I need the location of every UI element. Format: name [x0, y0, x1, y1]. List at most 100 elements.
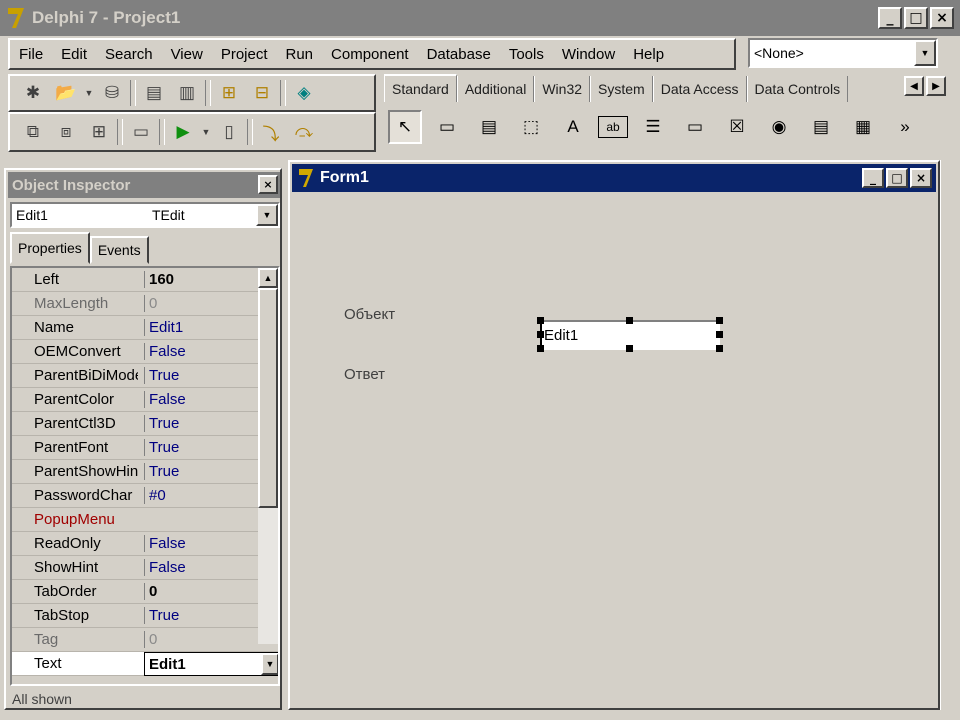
menu-project[interactable]: Project: [212, 46, 277, 63]
property-value[interactable]: True: [144, 607, 256, 624]
toggle-form-unit-icon[interactable]: ⊞: [84, 117, 114, 147]
property-grid-scrollbar[interactable]: ▲: [258, 268, 278, 644]
palette-tab-system[interactable]: System: [590, 76, 653, 102]
save-icon[interactable]: ▥: [172, 78, 202, 108]
property-value[interactable]: False: [144, 535, 256, 552]
run-icon[interactable]: ▶: [168, 117, 198, 147]
property-row[interactable]: Text Edit1 ▼: [12, 652, 278, 676]
form-minimize-button[interactable]: _: [862, 168, 884, 188]
resize-handle-tr[interactable]: [716, 317, 723, 324]
chevron-down-icon[interactable]: ▼: [914, 40, 936, 66]
more-icon[interactable]: »: [888, 110, 922, 144]
open-icon[interactable]: 📂: [51, 78, 81, 108]
resize-handle-r[interactable]: [716, 331, 723, 338]
pause-icon[interactable]: ▯: [214, 117, 244, 147]
property-row[interactable]: ParentBiDiMode True: [12, 364, 278, 388]
menu-window[interactable]: Window: [553, 46, 624, 63]
property-value[interactable]: Edit1: [144, 319, 256, 336]
trace-into-icon[interactable]: ⤵: [256, 117, 286, 147]
property-row[interactable]: TabStop True: [12, 604, 278, 628]
help-contents-icon[interactable]: ◈: [289, 78, 319, 108]
resize-handle-b[interactable]: [626, 345, 633, 352]
property-value[interactable]: False: [144, 559, 256, 576]
property-value[interactable]: 0: [144, 631, 256, 648]
property-row[interactable]: PasswordChar #0: [12, 484, 278, 508]
property-value[interactable]: False: [144, 343, 256, 360]
step-over-icon[interactable]: ⤼: [289, 117, 319, 147]
property-value[interactable]: True: [144, 463, 256, 480]
view-form-icon[interactable]: ⧈: [51, 117, 81, 147]
close-icon[interactable]: ×: [258, 175, 278, 194]
menu-database[interactable]: Database: [418, 46, 500, 63]
form-close-button[interactable]: ×: [910, 168, 932, 188]
main-menu-icon[interactable]: ▤: [472, 110, 506, 144]
tab-properties[interactable]: Properties: [10, 232, 90, 264]
menu-help[interactable]: Help: [624, 46, 673, 63]
add-file-icon[interactable]: ⊞: [214, 78, 244, 108]
resize-handle-t[interactable]: [626, 317, 633, 324]
minimize-button[interactable]: _: [878, 7, 902, 29]
resize-handle-tl[interactable]: [537, 317, 544, 324]
button-icon[interactable]: ▭: [678, 110, 712, 144]
listbox-icon[interactable]: ▤: [804, 110, 838, 144]
pointer-icon[interactable]: ↖: [388, 110, 422, 144]
open-project-icon[interactable]: ▤: [139, 78, 169, 108]
property-row[interactable]: OEMConvert False: [12, 340, 278, 364]
menu-search[interactable]: Search: [96, 46, 162, 63]
combobox-icon[interactable]: ▦: [846, 110, 880, 144]
property-value[interactable]: 0: [144, 583, 256, 600]
property-value[interactable]: 160: [144, 271, 256, 288]
chevron-left-icon[interactable]: ◀: [904, 76, 924, 96]
property-value[interactable]: #0: [144, 487, 256, 504]
tab-events[interactable]: Events: [89, 236, 149, 264]
palette-tab-additional[interactable]: Additional: [456, 76, 535, 102]
save-all-icon[interactable]: ⛁: [97, 78, 127, 108]
menu-view[interactable]: View: [162, 46, 212, 63]
palette-tab-data-controls[interactable]: Data Controls: [746, 76, 849, 102]
menu-component[interactable]: Component: [322, 46, 418, 63]
property-value[interactable]: True: [144, 415, 256, 432]
property-row[interactable]: MaxLength 0: [12, 292, 278, 316]
menu-run[interactable]: Run: [277, 46, 323, 63]
property-value-editor[interactable]: Edit1 ▼: [144, 652, 278, 676]
frame-icon[interactable]: ▭: [430, 110, 464, 144]
dropdown-arrow-icon[interactable]: ▼: [84, 78, 94, 108]
property-row[interactable]: TabOrder 0: [12, 580, 278, 604]
view-unit-icon[interactable]: ⧉: [18, 117, 48, 147]
chevron-down-icon[interactable]: ▼: [256, 204, 278, 226]
resize-handle-l[interactable]: [537, 331, 544, 338]
editor-scrollbar[interactable]: [940, 160, 956, 710]
resize-handle-bl[interactable]: [537, 345, 544, 352]
new-form-icon[interactable]: ▭: [126, 117, 156, 147]
maximize-button[interactable]: □: [904, 7, 928, 29]
menu-edit[interactable]: Edit: [52, 46, 96, 63]
palette-tab-data-access[interactable]: Data Access: [652, 76, 747, 102]
form-maximize-button[interactable]: □: [886, 168, 908, 188]
palette-tab-standard[interactable]: Standard: [384, 74, 457, 102]
form-client-area[interactable]: Объект Ответ Edit1: [294, 194, 934, 708]
label-answer[interactable]: Ответ: [344, 366, 385, 383]
object-selector-combo[interactable]: Edit1 TEdit ▼: [10, 202, 280, 228]
edit-icon[interactable]: ab: [598, 116, 628, 138]
property-row[interactable]: Tag 0: [12, 628, 278, 652]
property-row[interactable]: ReadOnly False: [12, 532, 278, 556]
chevron-down-icon[interactable]: ▼: [261, 653, 278, 675]
property-value[interactable]: True: [144, 367, 256, 384]
remove-file-icon[interactable]: ⊟: [247, 78, 277, 108]
property-row[interactable]: ParentShowHint True: [12, 460, 278, 484]
memo-icon[interactable]: ☰: [636, 110, 670, 144]
radiobutton-icon[interactable]: ◉: [762, 110, 796, 144]
scroll-thumb[interactable]: [258, 288, 278, 508]
property-row[interactable]: Name Edit1: [12, 316, 278, 340]
chevron-right-icon[interactable]: ▶: [926, 76, 946, 96]
label-icon[interactable]: A: [556, 110, 590, 144]
property-row[interactable]: ParentCtl3D True: [12, 412, 278, 436]
close-button[interactable]: ×: [930, 7, 954, 29]
scroll-up-icon[interactable]: ▲: [258, 268, 278, 288]
label-object[interactable]: Объект: [344, 306, 395, 323]
run-dropdown-icon[interactable]: ▼: [201, 117, 211, 147]
property-row[interactable]: Left 160: [12, 268, 278, 292]
resize-handle-br[interactable]: [716, 345, 723, 352]
checkbox-icon[interactable]: ☒: [720, 110, 754, 144]
palette-tab-win32[interactable]: Win32: [534, 76, 591, 102]
